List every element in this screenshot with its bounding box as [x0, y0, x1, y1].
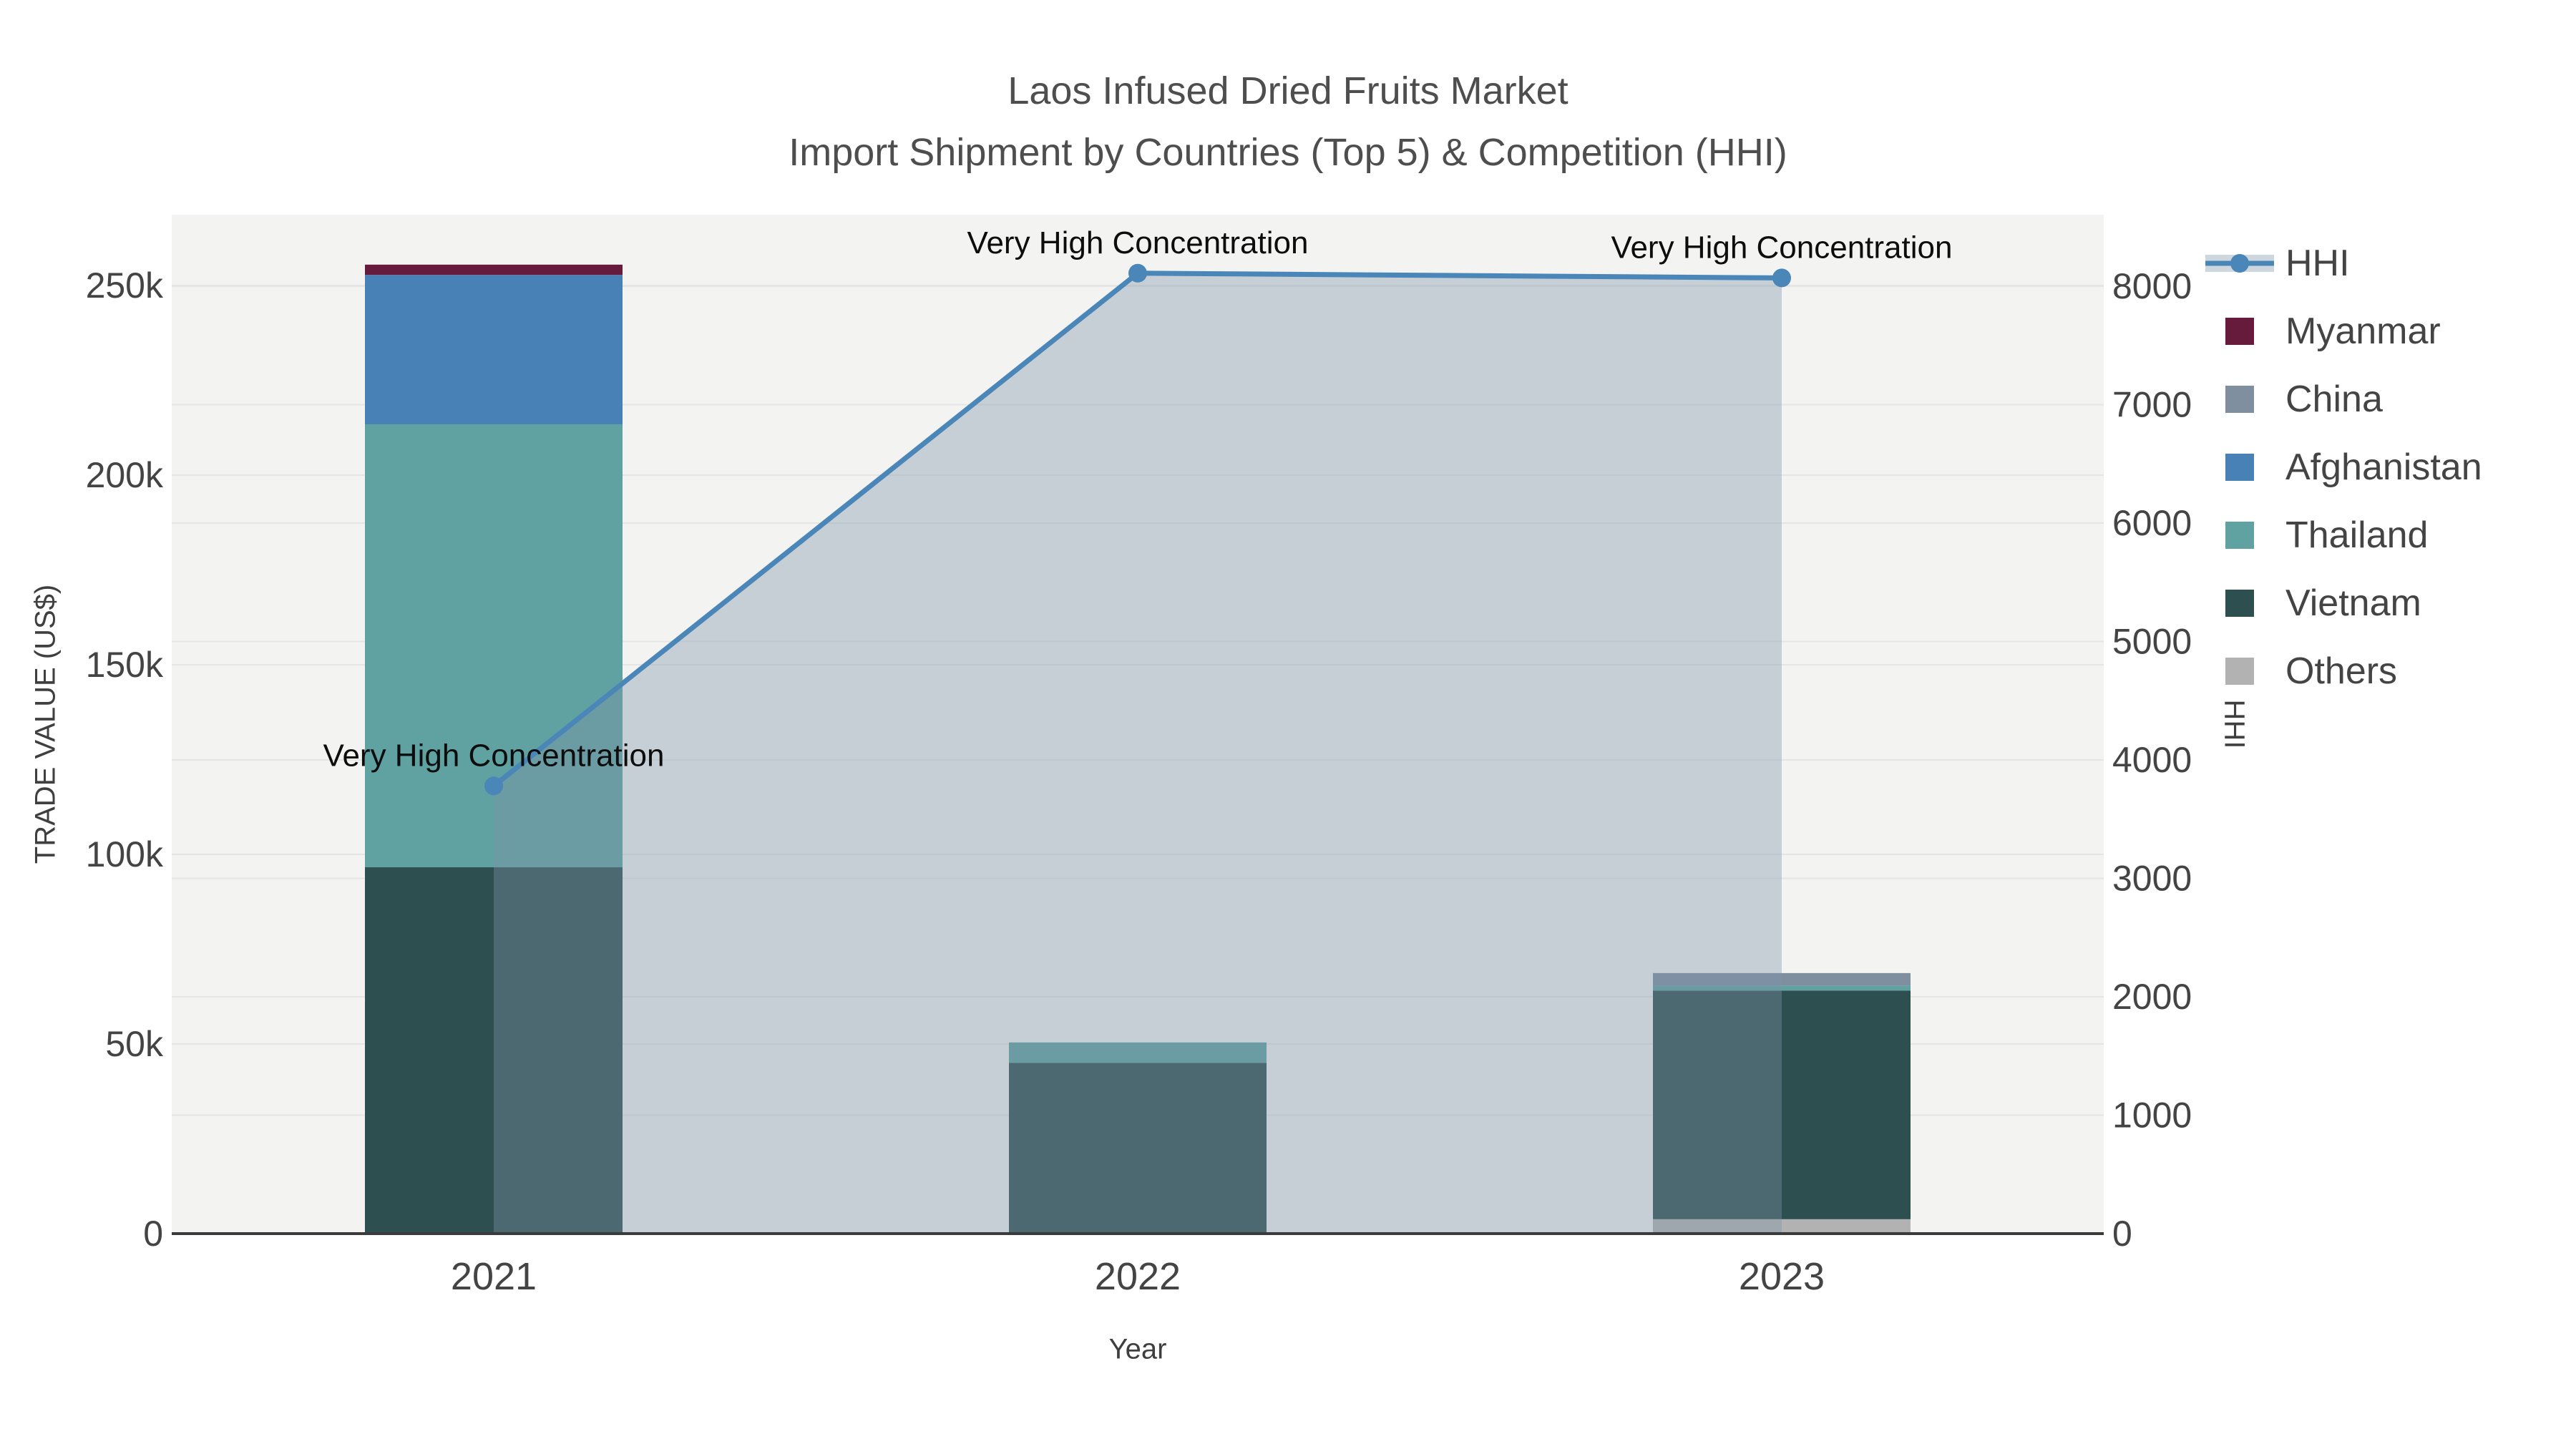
x-axis-title: Year [1108, 1333, 1167, 1365]
legend-item-thailand[interactable]: Thailand [2205, 501, 2482, 569]
y-right-tick-5000: 5000 [2112, 622, 2192, 662]
annotation-2021: Very High Concentration [323, 738, 665, 773]
y-right-tick-2000: 2000 [2112, 977, 2192, 1017]
y-left-tick-250k: 250k [86, 265, 164, 306]
y-left-axis-title: TRADE VALUE (US$) [29, 584, 62, 864]
annotation-2023: Very High Concentration [1611, 230, 1953, 265]
legend-item-hhi[interactable]: HHI [2205, 229, 2482, 297]
legend-label: Afghanistan [2285, 446, 2482, 488]
y-right-tick-0: 0 [2112, 1214, 2132, 1254]
y-left-tick-50k: 50k [105, 1024, 164, 1064]
legend-label: HHI [2285, 242, 2350, 284]
bar-segment-myanmar-2021[interactable] [365, 264, 623, 275]
legend-label: Vietnam [2285, 582, 2421, 624]
y-right-tick-3000: 3000 [2112, 859, 2192, 899]
afghanistan-color-swatch-icon [2205, 452, 2285, 483]
figure: Laos Infused Dried Fruits Market Import … [0, 0, 2576, 1449]
y-right-tick-7000: 7000 [2112, 385, 2192, 425]
hhi-marker-2022[interactable] [1128, 263, 1147, 283]
legend-item-vietnam[interactable]: Vietnam [2205, 569, 2482, 637]
legend-item-china[interactable]: China [2205, 365, 2482, 433]
y-right-tick-4000: 4000 [2112, 740, 2192, 780]
hhi-marker-2021[interactable] [484, 776, 503, 796]
china-color-swatch-icon [2205, 384, 2285, 415]
x-tick-2021: 2021 [451, 1255, 537, 1298]
vietnam-color-swatch-icon [2205, 587, 2285, 619]
y-left-tick-150k: 150k [86, 645, 164, 685]
legend-item-others[interactable]: Others [2205, 637, 2482, 705]
x-tick-2022: 2022 [1095, 1255, 1181, 1298]
myanmar-color-swatch-icon [2205, 316, 2285, 347]
legend-label: Thailand [2285, 514, 2429, 556]
y-left-tick-200k: 200k [86, 455, 164, 495]
legend-label: China [2285, 378, 2383, 420]
legend: HHI Myanmar China Afghanistan Thailand Vietna… [2205, 229, 2482, 705]
others-color-swatch-icon [2205, 655, 2285, 687]
y-left-tick-0: 0 [143, 1214, 163, 1254]
y-right-tick-1000: 1000 [2112, 1096, 2192, 1136]
chart-svg: 0 50k 100k 150k 200k 250k 0 1000 2000 3000 4000 500… [86, 215, 2192, 1298]
y-right-axis-title: HHI [2218, 699, 2250, 749]
legend-item-myanmar[interactable]: Myanmar [2205, 297, 2482, 365]
bar-segment-afghanistan-2021[interactable] [365, 275, 623, 424]
hhi-marker-2023[interactable] [1772, 268, 1791, 288]
y-right-tick-8000: 8000 [2112, 266, 2192, 306]
thailand-color-swatch-icon [2205, 519, 2285, 551]
hhi-line-swatch-icon [2205, 248, 2285, 279]
y-left-tick-100k: 100k [86, 834, 164, 874]
legend-item-afghanistan[interactable]: Afghanistan [2205, 433, 2482, 501]
y-right-tick-6000: 6000 [2112, 503, 2192, 543]
legend-label: Others [2285, 650, 2398, 692]
legend-label: Myanmar [2285, 310, 2441, 352]
annotation-2022: Very High Concentration [967, 225, 1309, 260]
x-tick-2023: 2023 [1739, 1255, 1825, 1298]
